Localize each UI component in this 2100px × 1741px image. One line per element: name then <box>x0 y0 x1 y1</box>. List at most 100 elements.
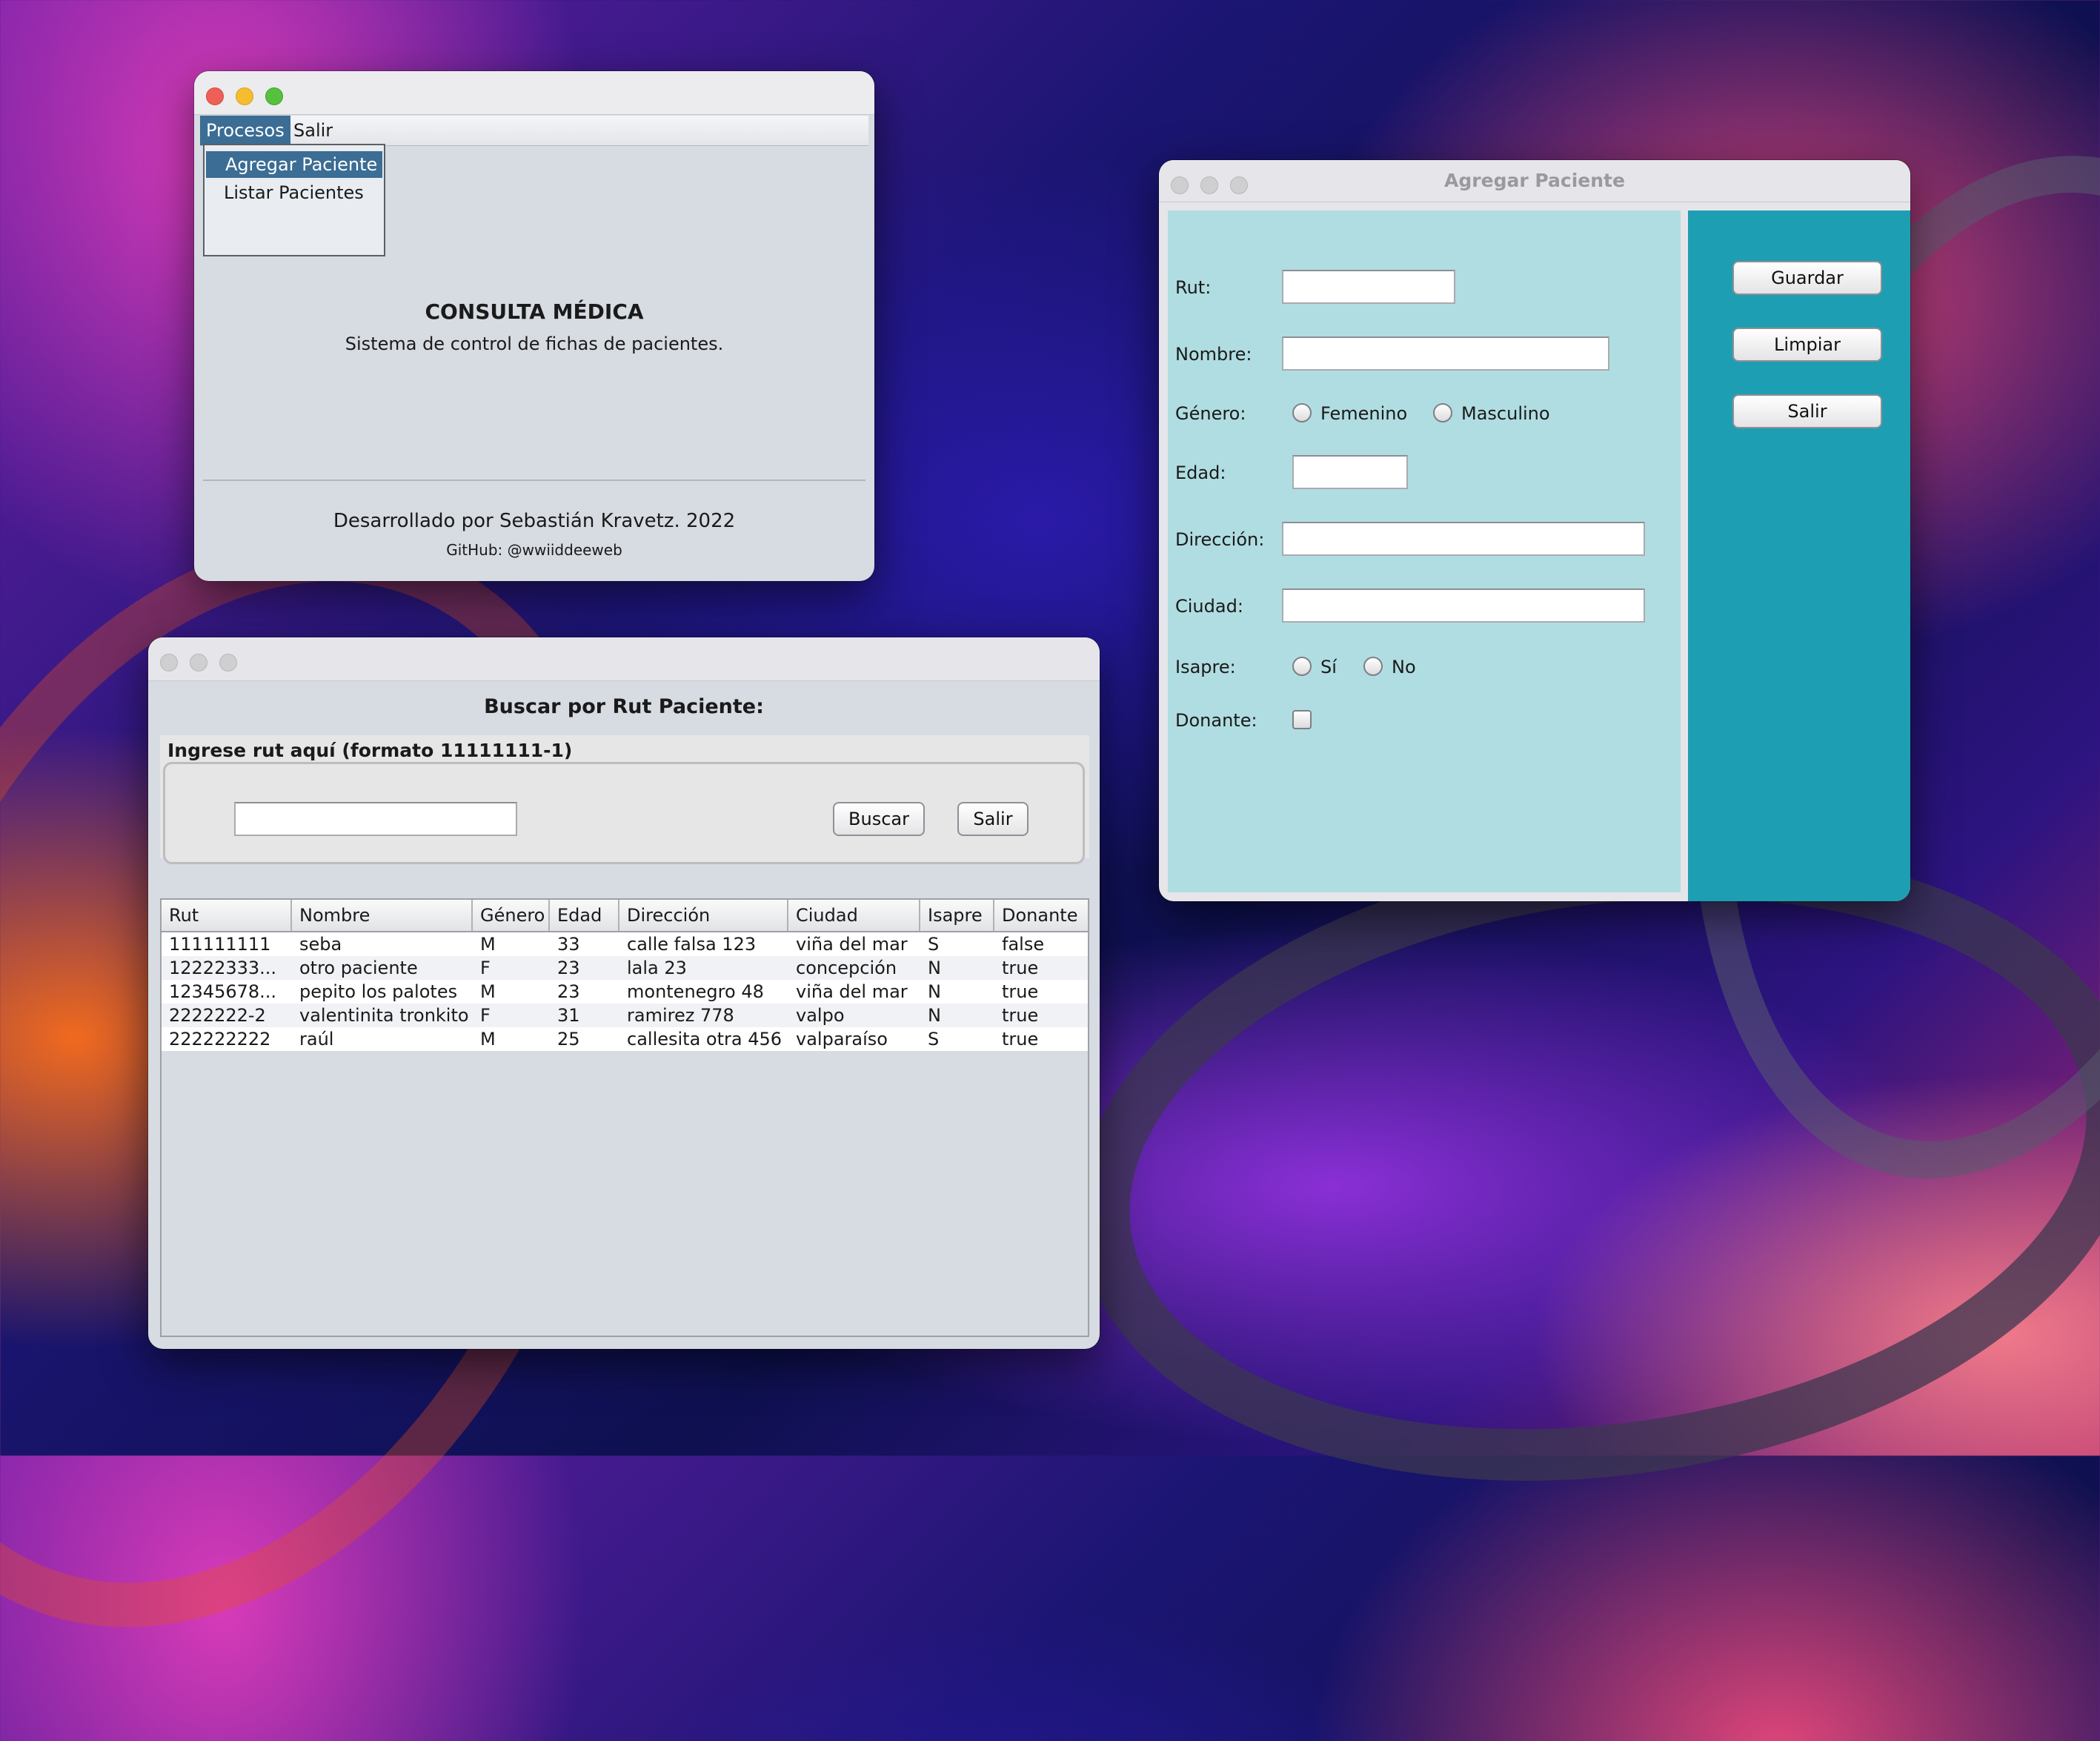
table-cell: 33 <box>557 934 580 955</box>
radio-isapre-si[interactable] <box>1292 657 1312 676</box>
table-cell: callesita otra 456 <box>627 1029 782 1049</box>
table-cell: S <box>928 1029 940 1049</box>
table-row[interactable]: 12345678... pepito los palotes M 23 monteneg… <box>162 980 1088 1004</box>
table-header: Rut Nombre Género Edad Dirección Ciudad … <box>162 900 1088 932</box>
menu-item-listar-pacientes[interactable]: Listar Pacientes <box>205 179 384 206</box>
label-direccion: Dirección: <box>1175 529 1265 550</box>
option-no-label: No <box>1392 657 1416 677</box>
table-cell: viña del mar <box>796 934 908 955</box>
label-donante: Donante: <box>1175 710 1257 731</box>
table-cell: F <box>480 1005 491 1026</box>
limpiar-button[interactable]: Limpiar <box>1732 328 1882 362</box>
label-genero: Género: <box>1175 403 1246 424</box>
form-panel: Rut: Nombre: Género: Femenino Masculino … <box>1168 210 1681 892</box>
option-femenino-label: Femenino <box>1320 403 1408 424</box>
main-window: Procesos Salir Agregar Paciente Listar P… <box>194 71 874 581</box>
fieldset-label: Ingrese rut aquí (formato 11111111-1) <box>167 740 573 761</box>
table-cell: M <box>480 1029 496 1049</box>
table-row[interactable]: 12222333... otro paciente F 23 lala 23 concep… <box>162 956 1088 980</box>
table-cell: 2222222-2 <box>169 1005 266 1026</box>
label-isapre: Isapre: <box>1175 657 1236 677</box>
minimize-icon[interactable] <box>190 654 207 671</box>
table-cell: false <box>1002 934 1045 955</box>
menu-bar: Procesos Salir <box>200 116 868 146</box>
close-icon[interactable] <box>160 654 178 671</box>
edad-field[interactable] <box>1292 455 1408 489</box>
app-title: CONSULTA MÉDICA <box>425 299 644 324</box>
search-window-titlebar[interactable] <box>148 637 1100 681</box>
table-cell: 111111111 <box>169 934 271 955</box>
table-row[interactable]: 111111111 seba M 33 calle falsa 123 viña del … <box>162 932 1088 956</box>
label-rut: Rut: <box>1175 277 1212 298</box>
divider <box>203 480 865 481</box>
table-cell: seba <box>299 934 342 955</box>
close-icon[interactable] <box>206 87 224 105</box>
app-subtitle: Sistema de control de fichas de paciente… <box>345 334 724 354</box>
table-cell: F <box>480 958 491 978</box>
zoom-icon[interactable] <box>219 654 237 671</box>
label-ciudad: Ciudad: <box>1175 596 1243 617</box>
procesos-dropdown: Agregar Paciente Listar Pacientes <box>203 144 385 256</box>
table-cell: M <box>480 934 496 955</box>
table-cell: M <box>480 981 496 1002</box>
column-header-direccion[interactable]: Dirección <box>619 900 788 931</box>
table-cell: 222222222 <box>169 1029 271 1049</box>
menu-salir[interactable]: Salir <box>288 116 339 145</box>
menu-item-agregar-paciente[interactable]: Agregar Paciente <box>206 151 382 178</box>
rut-search-input[interactable] <box>234 802 517 836</box>
rut-field[interactable] <box>1282 270 1455 304</box>
table-cell: N <box>928 981 941 1002</box>
label-edad: Edad: <box>1175 462 1226 483</box>
table-cell: valparaíso <box>796 1029 888 1049</box>
main-window-titlebar[interactable] <box>194 71 874 115</box>
table-cell: lala 23 <box>627 958 687 978</box>
table-cell: 12222333... <box>169 958 277 978</box>
table-row[interactable]: 2222222-2 valentinita tronkito F 31 ramirez … <box>162 1004 1088 1027</box>
salir-button[interactable]: Salir <box>957 802 1029 836</box>
search-fieldset: Ingrese rut aquí (formato 11111111-1) Bu… <box>160 735 1089 864</box>
table-cell: pepito los palotes <box>299 981 458 1002</box>
table-cell: N <box>928 1005 941 1026</box>
table-row[interactable]: 222222222 raúl M 25 callesita otra 456 valpar… <box>162 1027 1088 1051</box>
table-cell: otro paciente <box>299 958 418 978</box>
credit-text: Desarrollado por Sebastián Kravetz. 2022 <box>333 510 736 532</box>
form-window-titlebar[interactable]: Agregar Paciente <box>1159 160 1910 202</box>
option-si-label: Sí <box>1320 657 1337 677</box>
column-header-isapre[interactable]: Isapre <box>920 900 994 931</box>
column-header-nombre[interactable]: Nombre <box>292 900 473 931</box>
table-cell: true <box>1002 1005 1039 1026</box>
menu-procesos[interactable]: Procesos <box>200 116 290 145</box>
option-masculino-label: Masculino <box>1461 403 1550 424</box>
table-cell: 31 <box>557 1005 580 1026</box>
guardar-button[interactable]: Guardar <box>1732 261 1882 295</box>
column-header-ciudad[interactable]: Ciudad <box>788 900 920 931</box>
table-cell: true <box>1002 981 1039 1002</box>
column-header-donante[interactable]: Donante <box>994 900 1088 931</box>
form-window-title: Agregar Paciente <box>1444 170 1625 191</box>
label-nombre: Nombre: <box>1175 344 1252 365</box>
search-window: Buscar por Rut Paciente: Ingrese rut aqu… <box>148 637 1100 1349</box>
table-cell: N <box>928 958 941 978</box>
column-header-genero[interactable]: Género <box>473 900 550 931</box>
radio-masculino[interactable] <box>1433 403 1452 422</box>
table-cell: S <box>928 934 940 955</box>
github-text: GitHub: @wwiiddeeweb <box>446 541 622 559</box>
ciudad-field[interactable] <box>1282 588 1645 623</box>
table-cell: calle falsa 123 <box>627 934 757 955</box>
salir-form-button[interactable]: Salir <box>1732 394 1882 428</box>
zoom-icon[interactable] <box>265 87 283 105</box>
table-cell: 23 <box>557 981 580 1002</box>
radio-isapre-no[interactable] <box>1363 657 1383 676</box>
search-heading: Buscar por Rut Paciente: <box>484 695 764 718</box>
direccion-field[interactable] <box>1282 522 1645 556</box>
minimize-icon[interactable] <box>236 87 253 105</box>
nombre-field[interactable] <box>1282 336 1609 371</box>
column-header-edad[interactable]: Edad <box>550 900 619 931</box>
action-panel: Guardar Limpiar Salir <box>1688 210 1910 901</box>
buscar-button[interactable]: Buscar <box>833 802 925 836</box>
table-cell: 25 <box>557 1029 580 1049</box>
radio-femenino[interactable] <box>1292 403 1312 422</box>
donante-checkbox[interactable] <box>1292 710 1312 729</box>
column-header-rut[interactable]: Rut <box>162 900 292 931</box>
table-cell: 23 <box>557 958 580 978</box>
